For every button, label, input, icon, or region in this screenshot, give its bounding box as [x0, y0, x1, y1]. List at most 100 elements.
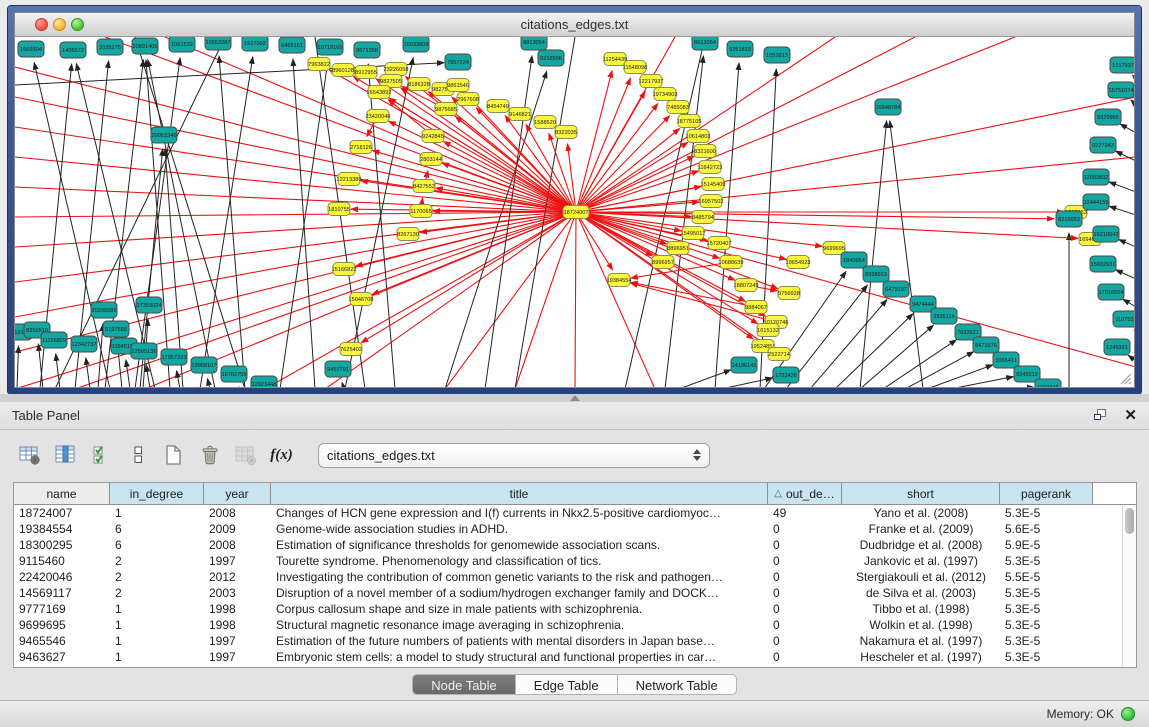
- table-cell[interactable]: Disruption of a novel member of a sodium…: [271, 585, 768, 601]
- table-row[interactable]: 911546021997Tourette syndrome. Phenomeno…: [14, 553, 1136, 569]
- tab-node-table[interactable]: Node Table: [412, 674, 516, 695]
- graph-node[interactable]: 9146821: [509, 108, 531, 121]
- table-cell[interactable]: 1997: [204, 633, 271, 649]
- graph-node[interactable]: 8938923: [863, 266, 889, 282]
- table-cell[interactable]: 5.6E-5: [1000, 521, 1093, 537]
- graph-node[interactable]: 11156829: [41, 332, 67, 348]
- function-builder-button[interactable]: f(x): [268, 442, 295, 469]
- table-cell[interactable]: 5.3E-5: [1000, 601, 1093, 617]
- table-cell[interactable]: Jankovic et al. (1997): [842, 553, 1000, 569]
- table-cell[interactable]: Franke et al. (2009): [842, 521, 1000, 537]
- table-cell[interactable]: Investigating the contribution of common…: [271, 569, 768, 585]
- table-cell[interactable]: 1997: [204, 649, 271, 665]
- scrollbar-thumb[interactable]: [1125, 508, 1134, 534]
- table-cell[interactable]: 5.3E-5: [1000, 633, 1093, 649]
- table-cell[interactable]: 49: [768, 505, 842, 521]
- graph-node[interactable]: 9329966: [1095, 109, 1121, 125]
- column-header-name[interactable]: name: [14, 483, 110, 504]
- graph-node[interactable]: 12213389: [337, 173, 362, 186]
- table-cell[interactable]: Genome-wide association studies in ADHD.: [271, 521, 768, 537]
- table-cell[interactable]: 9777169: [14, 601, 110, 617]
- table-cell[interactable]: 6: [110, 537, 204, 553]
- table-cell[interactable]: 2008: [204, 505, 271, 521]
- table-row[interactable]: 977716911998Corpus callosum shape and si…: [14, 601, 1136, 617]
- table-cell[interactable]: 0: [768, 569, 842, 585]
- table-cell[interactable]: 1997: [204, 553, 271, 569]
- graph-node[interactable]: 23226058: [384, 63, 409, 76]
- graph-node[interactable]: 10719165: [317, 39, 343, 55]
- graph-node[interactable]: 1733426: [773, 367, 799, 383]
- graph-node[interactable]: 1051813: [764, 47, 790, 63]
- graph-node[interactable]: 8996957: [652, 256, 674, 269]
- table-selector[interactable]: citations_edges.txt: [318, 443, 710, 468]
- divider-handle-icon[interactable]: [570, 395, 580, 401]
- column-header-out_de[interactable]: △out_de…: [768, 483, 842, 504]
- table-cell[interactable]: Wolkin et al. (1998): [842, 617, 1000, 633]
- graph-node[interactable]: 1405572: [60, 42, 86, 58]
- graph-node[interactable]: 19654923: [786, 256, 811, 269]
- graph-node[interactable]: 2522714: [768, 348, 790, 361]
- table-cell[interactable]: 2: [110, 569, 204, 585]
- graph-node[interactable]: 9218506: [538, 50, 564, 66]
- graph-node[interactable]: 7963822: [308, 58, 330, 71]
- window-titlebar[interactable]: citations_edges.txt: [15, 13, 1134, 37]
- table-cell[interactable]: 0: [768, 601, 842, 617]
- table-cell[interactable]: de Silva et al. (2003): [842, 585, 1000, 601]
- graph-node[interactable]: 20891406: [132, 38, 158, 54]
- table-cell[interactable]: 5.3E-5: [1000, 617, 1093, 633]
- graph-node[interactable]: 12444159: [1083, 194, 1109, 210]
- float-panel-icon[interactable]: [1094, 409, 1108, 422]
- graph-node[interactable]: 2935114: [931, 308, 957, 324]
- table-cell[interactable]: 9699695: [14, 617, 110, 633]
- table-cell[interactable]: Tourette syndrome. Phenomenology and cla…: [271, 553, 768, 569]
- network-canvas[interactable]: 1872400779638228960128891295523226058982…: [15, 37, 1134, 387]
- table-cell[interactable]: 2: [110, 553, 204, 569]
- table-cell[interactable]: 0: [768, 585, 842, 601]
- table-cell[interactable]: 1: [110, 505, 204, 521]
- graph-node[interactable]: 9756928: [778, 287, 800, 300]
- import-table-button-disabled[interactable]: [232, 442, 259, 469]
- graph-node[interactable]: 9227343: [1090, 137, 1116, 153]
- graph-node[interactable]: 23420046: [366, 110, 391, 123]
- graph-node[interactable]: 7857224: [445, 54, 471, 70]
- table-row[interactable]: 2242004622012Investigating the contribut…: [14, 569, 1136, 585]
- table-cell[interactable]: 9463627: [14, 649, 110, 665]
- graph-node[interactable]: 2718126: [350, 141, 372, 154]
- table-cell[interactable]: 2012: [204, 569, 271, 585]
- table-row[interactable]: 946362711997Embryonic stem cells: a mode…: [14, 649, 1136, 665]
- graph-node[interactable]: 1810755: [328, 203, 350, 216]
- graph-node[interactable]: 1840954: [841, 252, 867, 268]
- close-window-button[interactable]: [35, 18, 48, 31]
- table-cell[interactable]: 0: [768, 553, 842, 569]
- graph-node[interactable]: 8321600: [694, 145, 716, 158]
- table-row[interactable]: 969969511998Structural magnetic resonanc…: [14, 617, 1136, 633]
- table-cell[interactable]: 2008: [204, 537, 271, 553]
- table-cell[interactable]: 0: [768, 521, 842, 537]
- table-cell[interactable]: 2: [110, 585, 204, 601]
- table-cell[interactable]: Structural magnetic resonance image aver…: [271, 617, 768, 633]
- table-cell[interactable]: 5.3E-5: [1000, 585, 1093, 601]
- graph-node[interactable]: 9884067: [745, 301, 767, 314]
- graph-node[interactable]: 17016504: [1098, 284, 1124, 300]
- graph-node[interactable]: 2967608: [457, 93, 479, 106]
- table-cell[interactable]: 18300295: [14, 537, 110, 553]
- graph-node[interactable]: 19958107: [191, 357, 217, 373]
- graph-node[interactable]: 1107533: [1113, 311, 1134, 327]
- select-rows-button[interactable]: [88, 442, 115, 469]
- table-row[interactable]: 1938455462009Genome-wide association stu…: [14, 521, 1136, 537]
- graph-node[interactable]: 1217937: [1110, 57, 1134, 73]
- graph-node[interactable]: 9875685: [435, 103, 457, 116]
- table-cell[interactable]: 5.3E-5: [1000, 649, 1093, 665]
- graph-node[interactable]: 2035175: [97, 39, 123, 55]
- zoom-window-button[interactable]: [71, 18, 84, 31]
- table-cell[interactable]: 14569117: [14, 585, 110, 601]
- table-cell[interactable]: 1: [110, 633, 204, 649]
- graph-node[interactable]: 1092445: [1035, 379, 1061, 387]
- graph-node[interactable]: 18775105: [677, 115, 702, 128]
- graph-node[interactable]: 7625402: [340, 343, 362, 356]
- graph-node[interactable]: 8912955: [355, 66, 377, 79]
- table-cell[interactable]: 2009: [204, 521, 271, 537]
- table-cell[interactable]: Dudbridge et al. (2008): [842, 537, 1000, 553]
- graph-node[interactable]: 18807249: [734, 279, 759, 292]
- graph-node[interactable]: 15692931: [1090, 256, 1116, 272]
